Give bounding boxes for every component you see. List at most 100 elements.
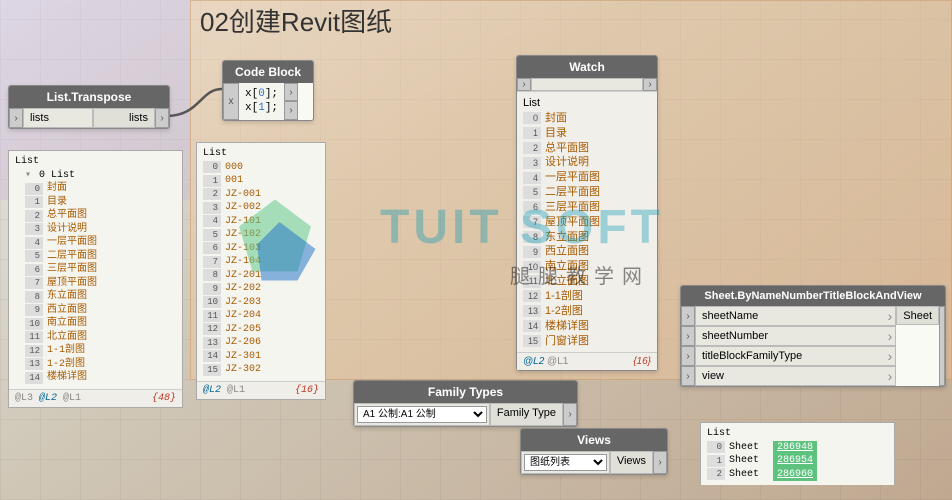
preview-item: 14 楼梯详图 xyxy=(25,371,176,385)
preview-item: 5 JZ-102 xyxy=(203,228,319,242)
preview-item: 6 三层平面图 xyxy=(523,200,651,215)
node-header: Family Types xyxy=(354,381,577,403)
preview-item: 2 JZ-001 xyxy=(203,188,319,202)
preview-item: 1 目录 xyxy=(523,126,651,141)
views-select[interactable]: 图纸列表 xyxy=(524,454,607,471)
lace-label: @L3 @L2 @L1 xyxy=(15,393,81,404)
port-out[interactable]: › xyxy=(653,451,667,474)
preview-item: 15 JZ-302 xyxy=(203,363,319,377)
preview-item: 0 Sheet 286948 xyxy=(707,441,888,455)
preview-item: 0 000 xyxy=(203,161,319,175)
node-header: Views xyxy=(521,429,667,451)
preview-code: List0 0001 0012 JZ-0013 JZ-0024 JZ-1015 … xyxy=(196,142,326,400)
preview-item: 6 JZ-103 xyxy=(203,242,319,256)
port-in[interactable]: › xyxy=(9,108,23,128)
port-in-label: sheetNumber xyxy=(695,326,896,346)
port-out[interactable] xyxy=(939,306,945,386)
preview-item: 9 西立面图 xyxy=(523,244,651,259)
node-header: List.Transpose xyxy=(9,86,169,108)
port-out-0[interactable]: › xyxy=(284,83,298,101)
preview-item: 0 封面 xyxy=(523,111,651,126)
list-header: List xyxy=(203,147,319,161)
group-title: 02创建Revit图纸 xyxy=(200,2,392,39)
list-header: List xyxy=(523,96,651,111)
preview-item: 11 北立面图 xyxy=(523,274,651,289)
node-sheet[interactable]: Sheet.ByNameNumberTitleBlockAndView ›she… xyxy=(680,285,946,387)
port-out-label: Family Type xyxy=(490,403,563,426)
preview-item: 3 JZ-002 xyxy=(203,201,319,215)
lace-label: @L2 @L1 xyxy=(523,356,568,367)
preview-item: 1 目录 xyxy=(25,196,176,210)
preview-item: 13 1-2剖图 xyxy=(25,358,176,372)
port-out[interactable]: › xyxy=(643,78,657,91)
preview-item: 4 一层平面图 xyxy=(523,170,651,185)
graph-canvas[interactable]: 02创建Revit图纸 List.Transpose › lists lists… xyxy=(0,0,952,500)
preview-item: 2 总平面图 xyxy=(25,209,176,223)
preview-item: 1 001 xyxy=(203,174,319,188)
node-header: Sheet.ByNameNumberTitleBlockAndView xyxy=(681,286,945,306)
port-out-1[interactable]: › xyxy=(284,101,298,119)
preview-item: 11 北立面图 xyxy=(25,331,176,345)
preview-item: 9 西立面图 xyxy=(25,304,176,318)
lace-label: @L2 @L1 xyxy=(203,385,245,396)
preview-item: 2 Sheet 286960 xyxy=(707,468,888,482)
port-in[interactable]: › xyxy=(681,306,695,326)
node-watch[interactable]: Watch › › List0 封面1 目录2 总平面图3 设计说明4 一层平面… xyxy=(516,55,658,371)
preview-item: 5 二层平面图 xyxy=(25,250,176,264)
port-in-label: view xyxy=(695,366,896,386)
node-family-types[interactable]: Family Types A1 公制:A1 公制 Family Type › xyxy=(353,380,578,427)
preview-item: 4 一层平面图 xyxy=(25,236,176,250)
port-out-label: Sheet xyxy=(896,306,939,325)
preview-item: 6 三层平面图 xyxy=(25,263,176,277)
list-header: List xyxy=(707,427,888,441)
preview-item: 3 设计说明 xyxy=(523,155,651,170)
preview-item: 11 JZ-204 xyxy=(203,309,319,323)
preview-item: 10 南立面图 xyxy=(523,259,651,274)
preview-item: 14 楼梯详图 xyxy=(523,319,651,334)
port-out[interactable]: › xyxy=(155,108,169,128)
preview-item: 7 JZ-104 xyxy=(203,255,319,269)
preview-transpose: List▾0 List0 封面1 目录2 总平面图3 设计说明4 一层平面图5 … xyxy=(8,150,183,408)
preview-item: 1 Sheet 286954 xyxy=(707,454,888,468)
preview-item: 15 门窗详图 xyxy=(523,334,651,349)
port-in-label: titleBlockFamilyType xyxy=(695,346,896,366)
node-code-block[interactable]: Code Block x x[0]; x[1]; › › xyxy=(222,60,314,121)
preview-item: 0 封面 xyxy=(25,182,176,196)
preview-item: 4 JZ-101 xyxy=(203,215,319,229)
preview-item: 12 JZ-205 xyxy=(203,323,319,337)
watch-spacer xyxy=(531,78,643,91)
port-in[interactable]: › xyxy=(681,326,695,346)
port-in[interactable]: › xyxy=(517,78,531,91)
family-type-select[interactable]: A1 公制:A1 公制 xyxy=(357,406,487,423)
port-in[interactable]: › xyxy=(681,346,695,366)
port-in-label: lists xyxy=(23,108,93,128)
preview-item: 12 1-1剖图 xyxy=(25,344,176,358)
list-header: List xyxy=(15,155,176,169)
port-out-label: Views xyxy=(610,451,653,474)
preview-item: 10 JZ-203 xyxy=(203,296,319,310)
code-body[interactable]: x[0]; x[1]; xyxy=(239,83,284,120)
preview-item: 7 屋顶平面图 xyxy=(25,277,176,291)
port-in-x[interactable]: x xyxy=(223,83,239,120)
preview-item: 12 1-1剖图 xyxy=(523,289,651,304)
preview-item: 3 设计说明 xyxy=(25,223,176,237)
preview-item: 9 JZ-202 xyxy=(203,282,319,296)
node-views[interactable]: Views 图纸列表 Views › xyxy=(520,428,668,475)
preview-sheet: List0 Sheet 2869481 Sheet 2869542 Sheet … xyxy=(700,422,895,485)
preview-item: 13 1-2剖图 xyxy=(523,304,651,319)
port-out[interactable]: › xyxy=(563,403,577,426)
port-in[interactable]: › xyxy=(681,366,695,386)
preview-item: 8 东立面图 xyxy=(523,230,651,245)
preview-item: 8 东立面图 xyxy=(25,290,176,304)
preview-item: 8 JZ-201 xyxy=(203,269,319,283)
port-in-label: sheetName xyxy=(695,306,896,326)
sublist-header: ▾0 List xyxy=(15,169,176,183)
preview-item: 13 JZ-206 xyxy=(203,336,319,350)
preview-item: 7 屋顶平面图 xyxy=(523,215,651,230)
node-list-transpose[interactable]: List.Transpose › lists lists › xyxy=(8,85,170,129)
preview-item: 5 二层平面图 xyxy=(523,185,651,200)
node-header: Code Block xyxy=(223,61,313,83)
preview-item: 2 总平面图 xyxy=(523,141,651,156)
count-label: {16} xyxy=(633,356,651,367)
port-out-label: lists xyxy=(93,108,155,128)
